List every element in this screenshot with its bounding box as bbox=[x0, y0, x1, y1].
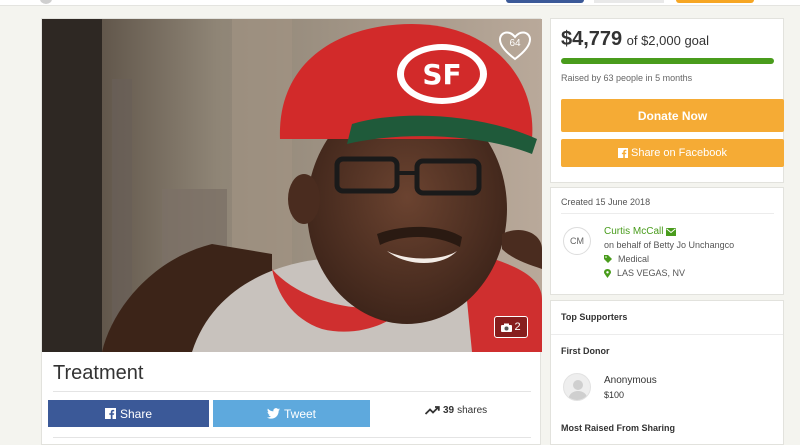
amount-raised: $4,779 bbox=[561, 28, 623, 50]
top-supporters-heading: Top Supporters bbox=[561, 312, 628, 322]
location-label: LAS VEGAS, NV bbox=[617, 268, 686, 278]
first-donor-heading: First Donor bbox=[561, 346, 610, 356]
shares-label: shares bbox=[457, 405, 488, 416]
campaign-card: SF 64 2 Treatment Share Tweet 39 shares bbox=[41, 18, 542, 445]
share-on-facebook-button[interactable]: Share on Facebook bbox=[561, 139, 784, 167]
progress-bar-fill bbox=[561, 58, 774, 64]
map-marker-icon bbox=[604, 268, 611, 278]
amount-raised-line: $4,779 of $2,000 goal bbox=[561, 28, 709, 51]
svg-text:SF: SF bbox=[422, 58, 461, 91]
header-secondary-button[interactable] bbox=[594, 0, 664, 3]
facebook-icon bbox=[104, 408, 116, 419]
campaign-photo-image: SF bbox=[42, 19, 542, 352]
share-on-facebook-label: Share on Facebook bbox=[630, 147, 727, 159]
beneficiary-text: on behalf of Betty Jo Unchangco bbox=[604, 240, 735, 250]
divider bbox=[551, 334, 783, 335]
category-row[interactable]: Medical bbox=[604, 254, 649, 264]
facebook-share-button[interactable]: Share bbox=[48, 400, 209, 427]
donor-avatar bbox=[563, 373, 591, 401]
organizer-link[interactable]: Curtis McCall bbox=[604, 226, 677, 237]
header-facebook-button[interactable] bbox=[506, 0, 584, 3]
most-raised-heading: Most Raised From Sharing bbox=[561, 423, 676, 433]
header-donate-button[interactable] bbox=[676, 0, 754, 3]
tweet-label: Tweet bbox=[283, 406, 316, 421]
campaign-info-card: Created 15 June 2018 CM Curtis McCall on… bbox=[550, 187, 784, 295]
progress-bar bbox=[561, 58, 774, 64]
trending-icon bbox=[425, 406, 440, 415]
favorite-count: 64 bbox=[509, 38, 521, 49]
logo[interactable] bbox=[40, 0, 52, 4]
created-date: Created 15 June 2018 bbox=[561, 197, 651, 207]
facebook-icon bbox=[617, 148, 628, 158]
tag-icon bbox=[604, 255, 612, 263]
tweet-button[interactable]: Tweet bbox=[213, 400, 370, 427]
twitter-icon bbox=[266, 408, 280, 419]
campaign-photo[interactable]: SF bbox=[42, 19, 542, 352]
site-header bbox=[0, 0, 800, 6]
gallery-button[interactable]: 2 bbox=[494, 316, 528, 338]
category-label: Medical bbox=[618, 254, 650, 264]
divider bbox=[53, 391, 531, 392]
share-count: 39 shares bbox=[425, 405, 487, 416]
organizer-avatar: CM bbox=[563, 227, 591, 255]
divider bbox=[53, 437, 531, 438]
envelope-icon[interactable] bbox=[666, 227, 677, 236]
location-row: LAS VEGAS, NV bbox=[604, 268, 685, 278]
organizer-name: Curtis McCall bbox=[604, 226, 664, 237]
campaign-title: Treatment bbox=[53, 362, 144, 384]
divider bbox=[561, 213, 774, 214]
user-silhouette-icon bbox=[568, 380, 588, 400]
facebook-share-label: Share bbox=[119, 406, 153, 421]
supporters-card: Top Supporters First Donor Anonymous $10… bbox=[550, 300, 784, 445]
donate-now-button[interactable]: Donate Now bbox=[561, 99, 784, 132]
donor-amount: $100 bbox=[604, 390, 625, 400]
donor-name: Anonymous bbox=[604, 375, 657, 386]
funding-card: $4,779 of $2,000 goal Raised by 63 peopl… bbox=[550, 18, 784, 183]
shares-number: 39 bbox=[443, 405, 455, 416]
raised-by-text: Raised by 63 people in 5 months bbox=[561, 73, 693, 83]
camera-icon bbox=[501, 323, 513, 332]
favorite-button[interactable]: 64 bbox=[498, 31, 532, 61]
goal-text: of $2,000 goal bbox=[626, 33, 710, 48]
gallery-count: 2 bbox=[514, 321, 521, 333]
